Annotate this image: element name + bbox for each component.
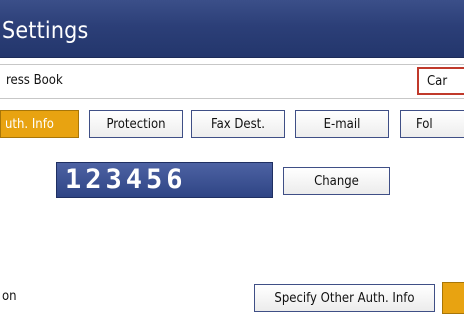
tab-protection[interactable]: Protection — [89, 110, 183, 138]
window-title: Settings — [2, 18, 89, 44]
tab-folder[interactable]: Fol — [400, 110, 464, 138]
address-book-label: ress Book — [6, 73, 63, 88]
bottom-label: on — [2, 289, 17, 304]
address-book-row — [0, 64, 464, 99]
tab-auth-info[interactable]: uth. Info — [0, 110, 79, 138]
cancel-button[interactable]: Car — [417, 67, 464, 95]
clipped-orange-button[interactable] — [442, 282, 464, 314]
tab-fax-dest[interactable]: Fax Dest. — [191, 110, 285, 138]
tab-email[interactable]: E-mail — [295, 110, 389, 138]
change-button[interactable]: Change — [283, 167, 390, 195]
auth-number-display: 123456 — [56, 162, 273, 198]
specify-other-auth-info-button[interactable]: Specify Other Auth. Info — [254, 284, 435, 312]
